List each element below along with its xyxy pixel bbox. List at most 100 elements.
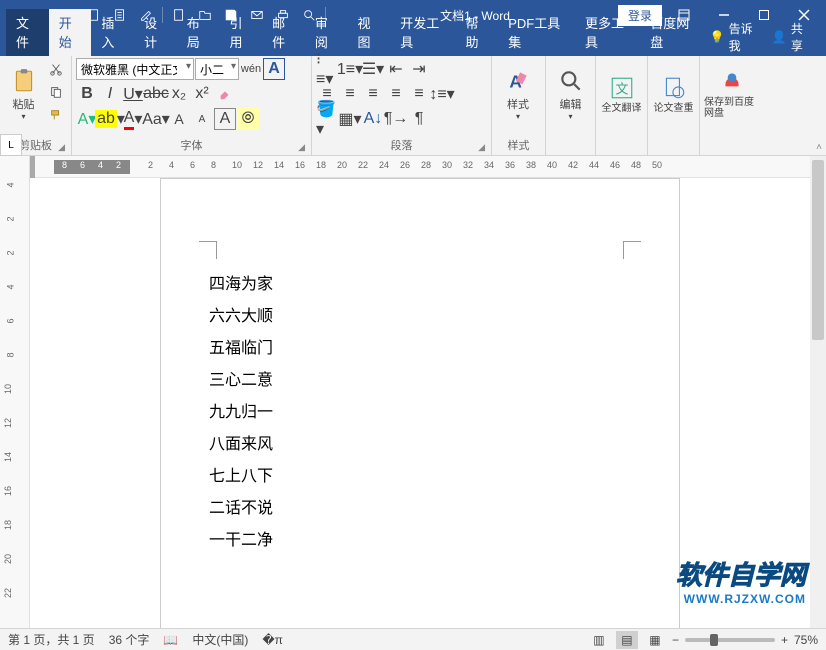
text-line[interactable]: 六六大顺 — [209, 301, 631, 333]
group-translate: 文 全文翻译 — [596, 56, 648, 155]
text-line[interactable]: 三心二意 — [209, 365, 631, 397]
tab-layout[interactable]: 布局 — [177, 9, 220, 56]
italic-icon[interactable]: I — [99, 83, 121, 105]
share-button[interactable]: 👤共享 — [768, 18, 812, 56]
tab-file[interactable]: 文件 — [6, 9, 49, 56]
underline-icon[interactable]: U▾ — [122, 83, 144, 105]
text-line[interactable]: 七上八下 — [209, 461, 631, 493]
tab-selector[interactable]: L — [0, 134, 22, 156]
tell-me[interactable]: 💡告诉我 — [706, 18, 760, 56]
group-paper: 论文查重 — [648, 56, 700, 155]
grow-font-icon[interactable]: wén — [240, 58, 262, 80]
horizontal-ruler[interactable]: 8642246810121416182022242628303234363840… — [30, 156, 826, 178]
group-baidu: 保存到百度网盘 — [700, 56, 764, 155]
paper-button[interactable]: 论文查重 — [652, 58, 695, 130]
vertical-ruler[interactable]: L 42246810121416182022 — [0, 156, 30, 628]
paste-button[interactable]: 粘贴 ▾ — [4, 58, 43, 130]
editing-label: 编辑 — [560, 96, 582, 112]
launcher-icon[interactable]: ◢ — [58, 142, 65, 153]
copy-icon[interactable] — [45, 81, 67, 103]
tab-view[interactable]: 视图 — [348, 9, 391, 56]
subscript-icon[interactable]: x₂ — [168, 83, 190, 105]
scrollbar-thumb[interactable] — [812, 160, 824, 340]
zoom-level[interactable]: 75% — [794, 633, 818, 647]
tab-mailings[interactable]: 邮件 — [262, 9, 305, 56]
page-content[interactable]: 四海为家六六大顺五福临门三心二意九九归一八面来风七上八下二话不说一干二净 — [161, 179, 679, 597]
align-center-icon[interactable]: ≡ — [339, 83, 361, 105]
text-line[interactable]: 一干二净 — [209, 525, 631, 557]
launcher-icon[interactable]: ◢ — [478, 142, 485, 153]
format-painter-icon[interactable] — [45, 104, 67, 126]
vertical-scrollbar[interactable] — [810, 156, 826, 628]
cut-icon[interactable] — [45, 58, 67, 80]
clear-format-icon[interactable] — [214, 83, 236, 105]
styles-button[interactable]: A 样式▾ — [496, 58, 540, 130]
baidu-save-button[interactable]: 保存到百度网盘 — [704, 58, 760, 130]
grow-icon[interactable]: A — [168, 108, 190, 130]
launcher-icon[interactable]: ◢ — [298, 142, 305, 153]
zoom-knob[interactable] — [710, 634, 718, 646]
editing-button[interactable]: 编辑▾ — [550, 58, 591, 130]
paste-label: 粘贴 — [13, 96, 35, 112]
web-layout-icon[interactable]: ▦ — [644, 631, 666, 649]
distribute-icon[interactable]: ≡ — [408, 83, 430, 105]
text-line[interactable]: 五福临门 — [209, 333, 631, 365]
print-layout-icon[interactable]: ▤ — [616, 631, 638, 649]
margin-marker — [199, 241, 217, 259]
align-right-icon[interactable]: ≡ — [362, 83, 384, 105]
ltr-icon[interactable]: ¶→ — [385, 108, 407, 130]
zoom-slider[interactable] — [685, 638, 775, 642]
zoom-in-icon[interactable]: + — [781, 633, 788, 647]
shrink-icon[interactable]: A — [191, 108, 213, 130]
show-marks-icon[interactable]: ¶ — [408, 108, 430, 130]
insert-mode-icon[interactable]: �π — [262, 633, 283, 647]
document-viewport[interactable]: 四海为家六六大顺五福临门三心二意九九归一八面来风七上八下二话不说一干二净 — [30, 178, 826, 628]
tab-moretools[interactable]: 更多工具 — [575, 9, 640, 56]
language-status[interactable]: 中文(中国) — [192, 631, 248, 648]
collapse-ribbon-icon[interactable]: ˄ — [816, 142, 822, 153]
group-paragraph: ⁝≡▾ 1≡▾ ☰▾ ⇤ ⇥ ≡ ≡ ≡ ≡ ≡ ↕≡▾ 🪣▾ ▦▾ A↓ ¶→… — [312, 56, 492, 155]
text-line[interactable]: 四海为家 — [209, 269, 631, 301]
line-spacing-icon[interactable]: ↕≡▾ — [431, 83, 453, 105]
read-mode-icon[interactable]: ▥ — [588, 631, 610, 649]
word-count[interactable]: 36 个字 — [109, 631, 150, 648]
group-styles: A 样式▾ 样式 — [492, 56, 546, 155]
text-line[interactable]: 二话不说 — [209, 493, 631, 525]
tab-pdf[interactable]: PDF工具集 — [498, 9, 575, 56]
tab-developer[interactable]: 开发工具 — [390, 9, 455, 56]
enclose-icon[interactable]: ⦾ — [237, 108, 259, 130]
font-name-select[interactable] — [76, 58, 194, 80]
font-size-select[interactable] — [195, 58, 239, 80]
change-case-icon[interactable]: Aa▾ — [145, 108, 167, 130]
multilevel-icon[interactable]: ☰▾ — [362, 58, 384, 80]
numbering-icon[interactable]: 1≡▾ — [339, 58, 361, 80]
tab-design[interactable]: 设计 — [134, 9, 177, 56]
dec-indent-icon[interactable]: ⇤ — [385, 58, 407, 80]
char-border-icon[interactable]: A — [214, 108, 236, 130]
spell-status-icon[interactable]: 📖 — [163, 633, 178, 647]
superscript-icon[interactable]: x² — [191, 83, 213, 105]
highlight-icon[interactable]: ab▾ — [99, 108, 121, 130]
translate-button[interactable]: 文 全文翻译 — [600, 58, 643, 130]
text-line[interactable]: 八面来风 — [209, 429, 631, 461]
font-color-icon[interactable]: A▾ — [122, 108, 144, 130]
inc-indent-icon[interactable]: ⇥ — [408, 58, 430, 80]
tab-home[interactable]: 开始 — [49, 9, 92, 56]
tab-help[interactable]: 帮助 — [456, 9, 499, 56]
translate-label: 全文翻译 — [602, 103, 642, 114]
svg-text:文: 文 — [615, 81, 628, 96]
strike-icon[interactable]: abc — [145, 83, 167, 105]
zoom-out-icon[interactable]: − — [672, 633, 679, 647]
text-line[interactable]: 九九归一 — [209, 397, 631, 429]
bullets-icon[interactable]: ⁝≡▾ — [316, 58, 338, 80]
shading-icon[interactable]: 🪣▾ — [316, 108, 338, 130]
justify-icon[interactable]: ≡ — [385, 83, 407, 105]
borders-icon[interactable]: ▦▾ — [339, 108, 361, 130]
page-status[interactable]: 第 1 页，共 1 页 — [8, 631, 95, 648]
phonetic-icon[interactable]: A — [263, 58, 285, 80]
tab-baidu[interactable]: 百度网盘 — [640, 9, 705, 56]
bold-icon[interactable]: B — [76, 83, 98, 105]
tab-references[interactable]: 引用 — [219, 9, 262, 56]
tab-insert[interactable]: 插入 — [91, 9, 134, 56]
sort-icon[interactable]: A↓ — [362, 108, 384, 130]
